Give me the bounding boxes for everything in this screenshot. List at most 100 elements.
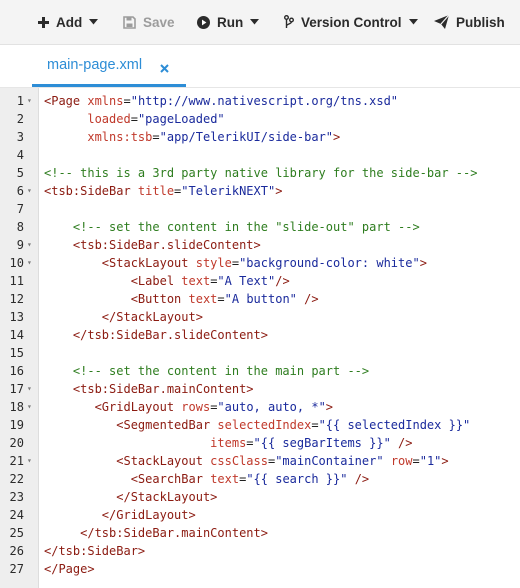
line-number: 22 [9, 472, 24, 486]
add-button[interactable]: Add [38, 0, 99, 44]
publish-button[interactable]: Publish [434, 0, 505, 44]
code-token: </tsb:SideBar.slideContent> [72, 328, 268, 342]
line-number: 15 [9, 346, 24, 360]
code-editor[interactable]: 1 ▾ <Page xmlns="http://www.nativescript.o… [0, 88, 520, 588]
close-icon[interactable] [160, 60, 169, 78]
publish-label: Publish [456, 14, 505, 30]
code-token: /> [275, 274, 290, 288]
code-token: loaded [87, 112, 131, 126]
code-token: style [195, 256, 232, 270]
line-number: 14 [9, 328, 24, 342]
line-number: 4 [16, 148, 24, 162]
code-token: > [441, 454, 449, 468]
code-text: </StackLayout> [44, 308, 203, 326]
line-number: 19 [9, 418, 24, 432]
fold-arrow-icon[interactable]: ▾ [27, 236, 32, 254]
code-token: "{{ search }}" [246, 472, 348, 486]
line-number: 3 [16, 130, 24, 144]
paper-plane-icon [434, 15, 449, 29]
code-token: "mainContainer" [275, 454, 384, 468]
code-token: <tsb:SideBar.slideContent> [72, 238, 261, 252]
code-text: <tsb:SideBar.mainContent> [44, 380, 254, 398]
fold-arrow-icon[interactable]: ▾ [27, 380, 32, 398]
code-token: <Page [44, 94, 88, 108]
code-line: 20 items="{{ segBarItems }}" /> [0, 434, 520, 452]
code-line: 19 <SegmentedBar selectedIndex="{{ selec… [0, 416, 520, 434]
code-token: <SegmentedBar [116, 418, 218, 432]
code-text: <Page xmlns="http://www.nativescript.org… [44, 92, 398, 110]
code-line: 27 </Page> [0, 560, 520, 578]
code-token: /> [390, 436, 413, 450]
code-text: <!-- this is a 3rd party native library … [44, 164, 477, 182]
code-token: <GridLayout [94, 400, 182, 414]
fold-arrow-icon[interactable]: ▾ [27, 452, 32, 470]
code-token: row [390, 454, 413, 468]
code-line: 12 <Button text="A button" /> [0, 290, 520, 308]
code-line: 13 </StackLayout> [0, 308, 520, 326]
run-button[interactable]: Run [197, 0, 260, 44]
line-number: 21 [9, 454, 24, 468]
line-number: 1 [16, 94, 24, 108]
line-number: 11 [9, 274, 24, 288]
line-number: 6 [16, 184, 24, 198]
fold-arrow-icon[interactable]: ▾ [27, 182, 32, 200]
line-number: 25 [9, 526, 24, 540]
code-line: 25 </tsb:SideBar.mainContent> [0, 524, 520, 542]
code-line: 5 <!-- this is a 3rd party native library… [0, 164, 520, 182]
chevron-down-icon [89, 19, 99, 25]
save-button[interactable]: Save [123, 0, 175, 44]
line-number: 12 [9, 292, 24, 306]
toolbar: Add Save Run Version Control Publish [0, 0, 520, 45]
code-line: 2 loaded="pageLoaded" [0, 110, 520, 128]
code-token: xmlns:tsb [87, 130, 153, 144]
code-line: 15 [0, 344, 520, 362]
code-text: xmlns:tsb="app/TelerikUI/side-bar"> [44, 128, 340, 146]
code-token: = [412, 454, 420, 468]
run-label: Run [217, 14, 244, 30]
code-token: = [311, 418, 319, 432]
line-number: 9 [16, 238, 24, 252]
code-line: 18 ▾ <GridLayout rows="auto, auto, *"> [0, 398, 520, 416]
plus-icon [38, 16, 49, 28]
code-token: </Page> [44, 562, 95, 576]
code-token: <StackLayout [101, 256, 196, 270]
code-token: > [325, 400, 334, 414]
code-token: text [188, 292, 218, 306]
code-token: "TelerikNEXT" [181, 184, 276, 198]
code-text: <tsb:SideBar title="TelerikNEXT"> [44, 182, 282, 200]
tab-main-page-xml[interactable]: main-page.xml [32, 45, 186, 87]
code-token: cssClass [210, 454, 268, 468]
code-token: "A Text" [217, 274, 276, 288]
code-line: 22 <SearchBar text="{{ search }}" /> [0, 470, 520, 488]
version-control-label: Version Control [301, 14, 402, 30]
code-token: = [152, 130, 160, 144]
code-line: 9 ▾ <tsb:SideBar.slideContent> [0, 236, 520, 254]
code-line: 24 </GridLayout> [0, 506, 520, 524]
fold-arrow-icon[interactable]: ▾ [27, 254, 32, 272]
fold-arrow-icon[interactable]: ▾ [27, 92, 32, 110]
fold-arrow-icon[interactable]: ▾ [27, 398, 32, 416]
code-token: xmlns [87, 94, 124, 108]
code-token: <!-- set the content in the main part --… [72, 364, 370, 378]
code-token: </tsb:SideBar> [44, 544, 146, 558]
code-token: "A button" [224, 292, 297, 306]
version-control-button[interactable]: Version Control [284, 0, 418, 44]
code-token: <tsb:SideBar [44, 184, 138, 198]
play-circle-icon [197, 15, 210, 29]
code-text: <Button text="A button" /> [44, 290, 319, 308]
code-line: 7 [0, 200, 520, 218]
code-token: > [333, 130, 341, 144]
code-token: </StackLayout> [116, 490, 218, 504]
code-line: 21 ▾ <StackLayout cssClass = "mainContainer… [0, 452, 520, 470]
code-token: <Label [130, 274, 182, 288]
code-text: loaded="pageLoaded" [44, 110, 224, 128]
